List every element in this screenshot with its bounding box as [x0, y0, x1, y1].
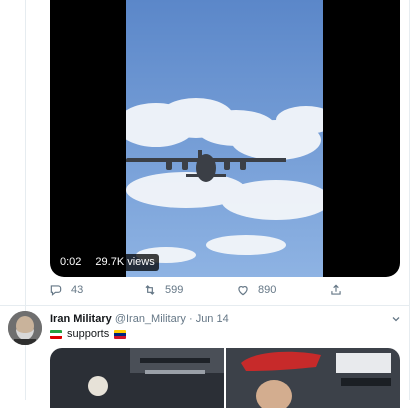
share-icon	[331, 284, 341, 295]
avatar[interactable]	[8, 311, 42, 345]
chevron-down-icon[interactable]	[390, 313, 402, 325]
venezuela-flag-icon	[114, 329, 127, 339]
retweet-count: 599	[165, 284, 184, 296]
share-button[interactable]	[329, 283, 343, 297]
author-name[interactable]: Iran Military	[50, 313, 112, 325]
tweet-date[interactable]: Jun 14	[196, 313, 229, 325]
avatar-image	[8, 311, 42, 345]
tweet-actions: 43 599 890	[49, 283, 379, 303]
retweet-icon	[145, 285, 155, 295]
reply-button[interactable]: 43	[49, 283, 83, 297]
heart-icon	[238, 286, 248, 296]
like-count: 890	[258, 284, 277, 296]
video-view-count: 29.7K views	[91, 254, 159, 271]
tweet-text: supports	[50, 328, 127, 340]
retweet-button[interactable]: 599	[143, 283, 183, 297]
header-separator: ·	[188, 313, 193, 325]
video-frame	[126, 0, 323, 277]
like-button[interactable]: 890	[236, 283, 276, 297]
iran-flag-icon	[50, 329, 62, 339]
tweet-header: Iran Military @Iran_Military · Jun 14	[50, 313, 229, 325]
video-timestamp: 0:02	[56, 254, 86, 271]
tweet-divider	[0, 305, 410, 306]
reply-icon	[50, 285, 62, 296]
tweet-body-text: supports	[67, 328, 110, 340]
media-image-2[interactable]	[226, 348, 400, 408]
media-image-1[interactable]	[50, 348, 224, 408]
tweet-video-player[interactable]: 0:02 29.7K views	[50, 0, 400, 277]
author-handle[interactable]: @Iran_Military	[115, 313, 186, 325]
video-frame-image	[126, 0, 323, 277]
tweet-media-grid	[50, 348, 400, 408]
reply-count: 43	[71, 284, 84, 296]
